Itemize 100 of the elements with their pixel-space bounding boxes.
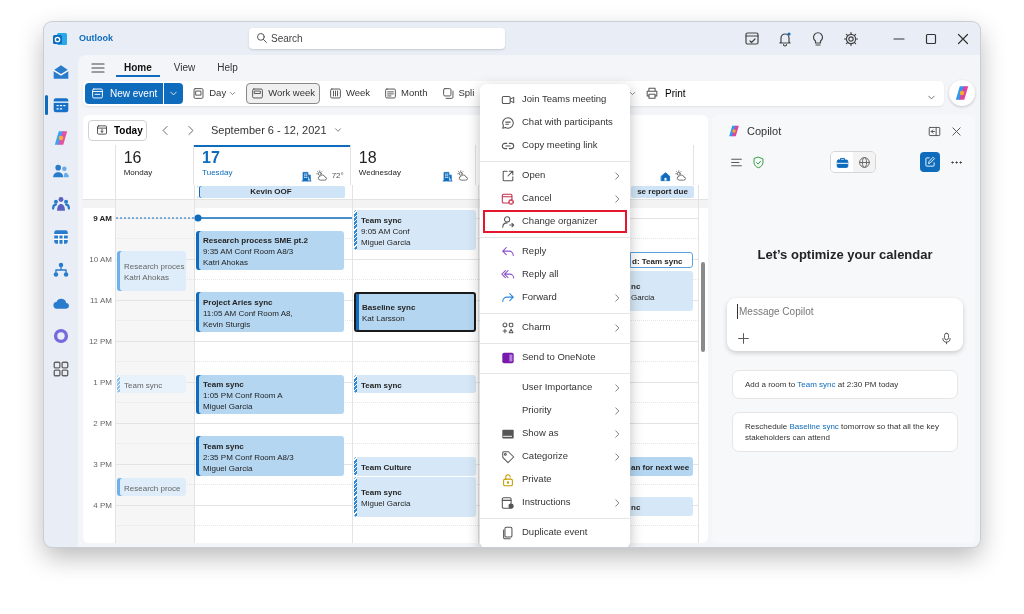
mode-toggle-button[interactable] (853, 152, 875, 172)
menu-item[interactable]: Copy meeting link (480, 134, 630, 157)
checklist-icon[interactable] (744, 30, 760, 47)
message-field[interactable]: Message Copilot (737, 303, 953, 319)
settings-icon[interactable] (843, 30, 859, 47)
event-card[interactable]: Team Culture (354, 457, 476, 476)
time-label: 2 PM (92, 418, 112, 430)
table-icon[interactable] (52, 228, 70, 246)
event-card[interactable]: Team sync (354, 375, 476, 393)
group-icon[interactable] (52, 195, 70, 213)
dropdown-button[interactable] (164, 82, 184, 104)
message-box[interactable]: Message Copilot (727, 297, 963, 351)
calendar-icon (91, 86, 104, 100)
reply-icon (501, 244, 515, 259)
menu-item[interactable]: Change organizer (483, 210, 627, 233)
lightbulb-icon[interactable] (810, 30, 826, 47)
apps-icon[interactable] (52, 360, 70, 378)
temperature-label: 72° (331, 170, 344, 182)
calendar-icon[interactable] (52, 96, 70, 114)
copilot-button[interactable] (949, 80, 975, 106)
tag-icon (501, 449, 515, 464)
event-card[interactable]: Project Aries sync 11:05 AM Conf Room A8, Kevin Sturgis (196, 292, 344, 332)
caret-icon (332, 125, 343, 135)
suggestion-button[interactable]: Reschedule Baseline sync tomorrow so that all the key stakeholders can attend (732, 411, 958, 452)
menu-item[interactable]: Open (480, 161, 630, 187)
menu-item[interactable]: Show as (480, 422, 630, 445)
plus-icon[interactable] (737, 331, 750, 345)
document-icon (501, 495, 515, 510)
search-field[interactable]: Search (249, 28, 505, 49)
ribbon-tab[interactable]: Home (116, 58, 160, 77)
ribbon-tab[interactable]: Help (209, 58, 246, 77)
event-card[interactable]: Team sync Miguel Garcia (354, 477, 476, 517)
time-label: 11 AM (88, 295, 112, 307)
print-button[interactable]: Print (645, 85, 686, 101)
menu-item[interactable]: Charm (480, 313, 630, 339)
side-panel-icon[interactable] (928, 124, 941, 138)
calendar-icon (96, 124, 108, 136)
calendar-icon (251, 86, 265, 100)
people-icon[interactable] (52, 162, 70, 180)
menu-item[interactable]: Reply (480, 237, 630, 263)
view-button[interactable]: Day (187, 82, 243, 104)
event-card[interactable]: nc (630, 497, 693, 516)
event-card[interactable]: Research proces Katri Ahokas (117, 251, 186, 291)
all-day-event[interactable]: Kevin OOF (197, 186, 345, 198)
menu-item[interactable]: Duplicate event (480, 518, 630, 544)
event-card[interactable]: Research proce (117, 478, 186, 496)
menu-item[interactable]: Send to OneNote (480, 343, 630, 369)
event-card[interactable]: Team sync 2:35 PM Conf Room A8/3 Miguel Garcia (196, 436, 344, 476)
open-external-icon (501, 168, 515, 183)
hierarchy-icon[interactable] (52, 261, 70, 279)
event-card[interactable]: Team sync 9:05 AM Conf Miguel Garcia (354, 210, 476, 250)
microphone-icon[interactable] (940, 331, 953, 345)
view-button[interactable]: Week (323, 82, 376, 104)
chevron-right-icon (612, 405, 622, 416)
menu-item[interactable]: Reply all (480, 263, 630, 286)
menu-item[interactable]: Categorize (480, 445, 630, 468)
link[interactable]: Team sync (797, 379, 836, 389)
menu-item[interactable]: Cancel (480, 187, 630, 210)
event-card[interactable]: Team sync (117, 375, 186, 393)
event-card[interactable]: Research process SME pt.2 9:35 AM Conf Room A8/3 Katri Ahokas (196, 231, 344, 270)
link[interactable]: Baseline sync (789, 421, 839, 431)
event-card[interactable]: an for next wee (630, 457, 693, 476)
event-card[interactable]: Team sync 1:05 PM Conf Room A Miguel Garcia (196, 375, 344, 414)
chevron-right-icon (612, 428, 622, 439)
menu-item[interactable]: User Importance (480, 373, 630, 399)
view-button[interactable]: Work week (246, 82, 320, 104)
date-range-dropdown[interactable]: September 6 - 12, 2021 (211, 121, 343, 139)
close-icon[interactable] (950, 124, 963, 138)
day-number: 18 (358, 148, 378, 167)
day-number: 17 (202, 148, 221, 167)
window-title: Outlook (79, 31, 113, 45)
view-button[interactable]: Month (379, 82, 433, 104)
ring-icon[interactable] (52, 327, 70, 345)
cloud-sun-icon (675, 170, 687, 182)
shield-check-icon (752, 155, 765, 169)
view-button[interactable]: Spli (436, 82, 480, 104)
chevron-right-icon (612, 292, 622, 303)
menu-item[interactable]: Instructions (480, 491, 630, 514)
menu-item[interactable]: Priority (480, 399, 630, 422)
event-card[interactable]: nc Garcia (630, 271, 693, 311)
menu-item[interactable]: Chat with participants (480, 111, 630, 134)
bell-icon[interactable] (777, 30, 793, 47)
new-event-button[interactable]: New event (85, 82, 164, 104)
chevron-right-icon (612, 451, 622, 462)
menu-item[interactable]: Join Teams meeting (480, 88, 630, 111)
globe-icon (857, 155, 871, 169)
ribbon-tab[interactable]: View (165, 58, 204, 77)
scrollbar-thumb[interactable] (701, 262, 705, 352)
copilot-icon[interactable] (52, 129, 70, 147)
columns-icon (328, 86, 342, 100)
event-card[interactable]: Baseline sync Kat Larsson (354, 292, 476, 332)
suggestion-button[interactable]: Add a room to Team sync at 2:30 PM today (732, 369, 958, 399)
all-day-event[interactable]: se report due (631, 186, 694, 198)
event-card[interactable]: d: Team sync (630, 252, 693, 268)
menu-item[interactable]: Private (480, 468, 630, 491)
mode-toggle-button[interactable] (831, 152, 853, 172)
compose-button[interactable] (920, 152, 940, 172)
menu-item[interactable]: Forward (480, 286, 630, 309)
today-button[interactable]: Today (88, 119, 147, 141)
mail-icon[interactable] (52, 63, 70, 81)
